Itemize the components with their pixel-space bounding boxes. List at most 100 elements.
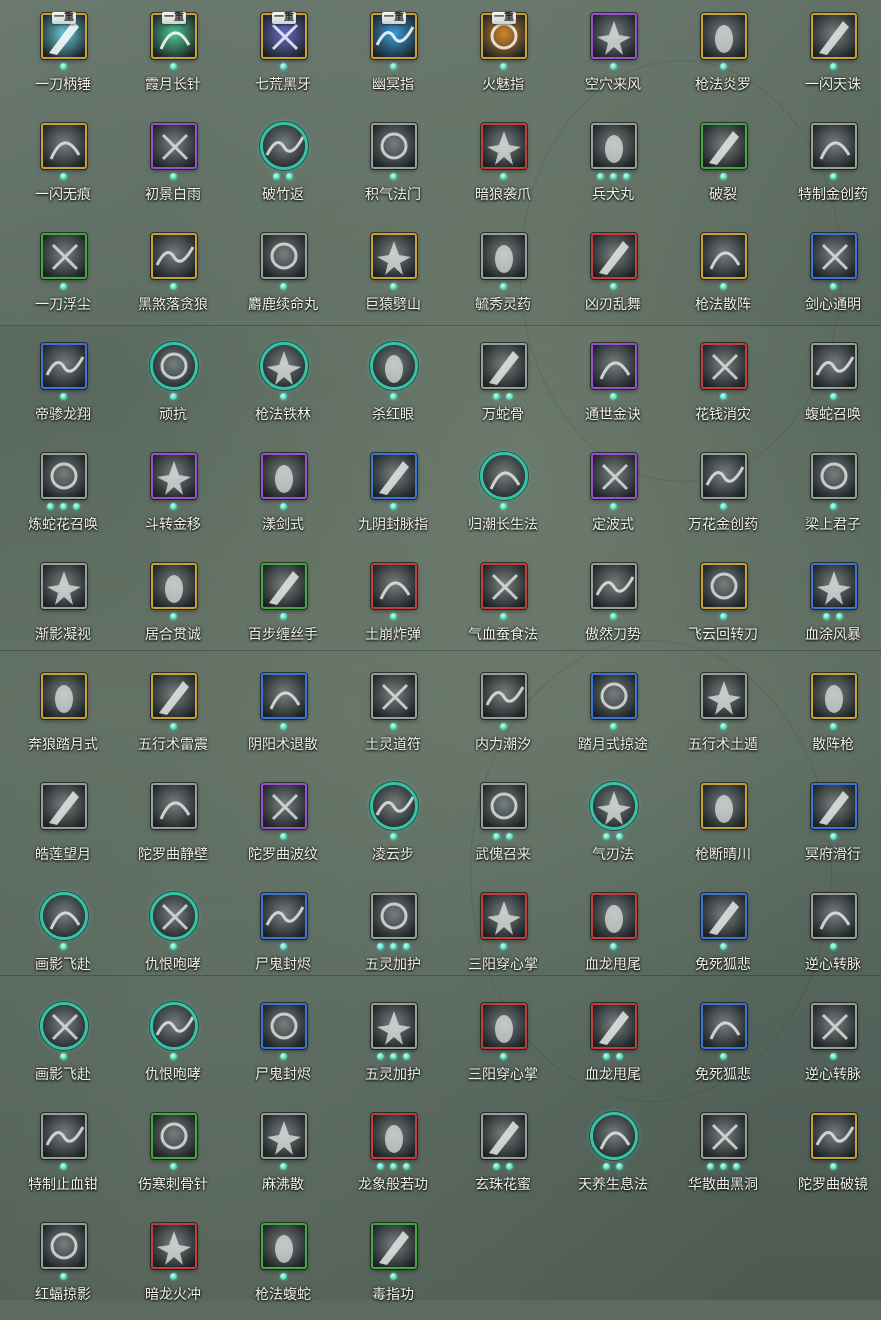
skill-icon[interactable] (371, 453, 417, 499)
skill-slot[interactable]: 画影飞赴 (8, 880, 118, 990)
skill-slot[interactable]: 毓秀灵药 (448, 220, 558, 330)
skill-icon[interactable] (481, 343, 527, 389)
skill-icon[interactable] (371, 1003, 417, 1049)
skill-icon[interactable] (701, 1003, 747, 1049)
skill-icon[interactable] (41, 233, 87, 279)
skill-slot[interactable]: 破裂 (668, 110, 778, 220)
skill-slot[interactable]: 花钱消灾 (668, 330, 778, 440)
skill-icon[interactable] (591, 453, 637, 499)
skill-slot[interactable]: 五灵加护 (338, 990, 448, 1100)
skill-slot[interactable]: 一重 七荒黑牙 (228, 0, 338, 110)
skill-slot[interactable]: 兵犬丸 (558, 110, 668, 220)
skill-slot[interactable]: 内力潮汐 (448, 660, 558, 770)
skill-slot[interactable]: 阴阳术退散 (228, 660, 338, 770)
skill-icon[interactable] (41, 453, 87, 499)
skill-slot[interactable]: 一重 幽冥指 (338, 0, 448, 110)
skill-icon[interactable] (371, 233, 417, 279)
skill-icon[interactable] (151, 1223, 197, 1269)
skill-slot[interactable]: 五行术土遁 (668, 660, 778, 770)
skill-slot[interactable]: 一闪天诛 (778, 0, 881, 110)
skill-slot[interactable]: 踏月式掠途 (558, 660, 668, 770)
skill-icon[interactable] (371, 893, 417, 939)
skill-icon[interactable] (41, 783, 87, 829)
skill-icon[interactable] (481, 893, 527, 939)
skill-slot[interactable]: 黑煞落贪狼 (118, 220, 228, 330)
skill-icon[interactable] (590, 782, 638, 830)
skill-icon[interactable] (701, 343, 747, 389)
skill-icon[interactable] (371, 123, 417, 169)
skill-icon[interactable] (811, 563, 857, 609)
skill-icon[interactable] (701, 783, 747, 829)
skill-slot[interactable]: 气血蚕食法 (448, 550, 558, 660)
skill-icon[interactable] (481, 673, 527, 719)
skill-slot[interactable]: 三阳穿心掌 (448, 880, 558, 990)
skill-slot[interactable]: 炼蛇花召唤 (8, 440, 118, 550)
skill-slot[interactable]: 帝骖龙翔 (8, 330, 118, 440)
skill-icon[interactable] (591, 673, 637, 719)
skill-slot[interactable]: 梁上君子 (778, 440, 881, 550)
skill-slot[interactable]: 尸鬼封烬 (228, 990, 338, 1100)
skill-icon[interactable] (370, 782, 418, 830)
skill-slot[interactable]: 红蝠掠影 (8, 1210, 118, 1320)
skill-icon[interactable] (40, 892, 88, 940)
skill-icon[interactable] (811, 673, 857, 719)
skill-slot[interactable]: 血涂风暴 (778, 550, 881, 660)
skill-icon[interactable] (701, 233, 747, 279)
skill-icon[interactable] (591, 1003, 637, 1049)
skill-icon[interactable] (260, 122, 308, 170)
skill-slot[interactable]: 五灵加护 (338, 880, 448, 990)
skill-slot[interactable]: 百步缠丝手 (228, 550, 338, 660)
skill-icon[interactable] (41, 343, 87, 389)
skill-slot[interactable]: 血龙甩尾 (558, 880, 668, 990)
skill-slot[interactable]: 一重 一刀柄锤 (8, 0, 118, 110)
skill-icon[interactable] (811, 343, 857, 389)
skill-icon[interactable] (590, 1112, 638, 1160)
skill-icon[interactable] (701, 1113, 747, 1159)
skill-slot[interactable]: 血龙甩尾 (558, 990, 668, 1100)
skill-slot[interactable]: 皓莲望月 (8, 770, 118, 880)
skill-slot[interactable]: 一重 霞月长针 (118, 0, 228, 110)
skill-icon[interactable] (701, 673, 747, 719)
skill-icon[interactable] (811, 123, 857, 169)
skill-icon[interactable] (811, 783, 857, 829)
skill-slot[interactable]: 蝮蛇召唤 (778, 330, 881, 440)
skill-icon[interactable] (371, 1113, 417, 1159)
skill-slot[interactable]: 麝鹿续命丸 (228, 220, 338, 330)
skill-slot[interactable]: 麻沸散 (228, 1100, 338, 1210)
skill-slot[interactable]: 巨猿劈山 (338, 220, 448, 330)
skill-icon[interactable] (371, 673, 417, 719)
skill-icon[interactable] (481, 563, 527, 609)
skill-icon[interactable] (591, 233, 637, 279)
skill-icon[interactable] (701, 893, 747, 939)
skill-slot[interactable]: 五行术雷震 (118, 660, 228, 770)
skill-slot[interactable]: 龙象般若功 (338, 1100, 448, 1210)
skill-slot[interactable]: 枪法铁林 (228, 330, 338, 440)
skill-icon[interactable] (151, 233, 197, 279)
skill-icon[interactable] (811, 453, 857, 499)
skill-slot[interactable]: 画影飞赴 (8, 990, 118, 1100)
skill-icon[interactable] (41, 563, 87, 609)
skill-slot[interactable]: 土崩炸弹 (338, 550, 448, 660)
skill-slot[interactable]: 一闪无痕 (8, 110, 118, 220)
skill-icon[interactable] (151, 563, 197, 609)
skill-icon[interactable] (261, 233, 307, 279)
skill-slot[interactable]: 一刀浮尘 (8, 220, 118, 330)
skill-icon[interactable] (811, 893, 857, 939)
skill-slot[interactable]: 三阳穿心掌 (448, 990, 558, 1100)
skill-icon[interactable] (261, 1003, 307, 1049)
skill-slot[interactable]: 暗狼袭爪 (448, 110, 558, 220)
skill-icon[interactable] (40, 1002, 88, 1050)
skill-slot[interactable]: 奔狼踏月式 (8, 660, 118, 770)
skill-slot[interactable]: 气刃法 (558, 770, 668, 880)
skill-icon[interactable] (481, 783, 527, 829)
skill-slot[interactable]: 飞云回转刀 (668, 550, 778, 660)
skill-slot[interactable]: 杀红眼 (338, 330, 448, 440)
skill-slot[interactable]: 陀罗曲破镜 (778, 1100, 881, 1210)
skill-slot[interactable]: 毒指功 (338, 1210, 448, 1320)
skill-icon[interactable] (701, 123, 747, 169)
skill-icon[interactable] (260, 342, 308, 390)
skill-icon[interactable] (41, 123, 87, 169)
skill-slot[interactable]: 特制金创药 (778, 110, 881, 220)
skill-icon[interactable] (41, 1113, 87, 1159)
skill-slot[interactable]: 斗转金移 (118, 440, 228, 550)
